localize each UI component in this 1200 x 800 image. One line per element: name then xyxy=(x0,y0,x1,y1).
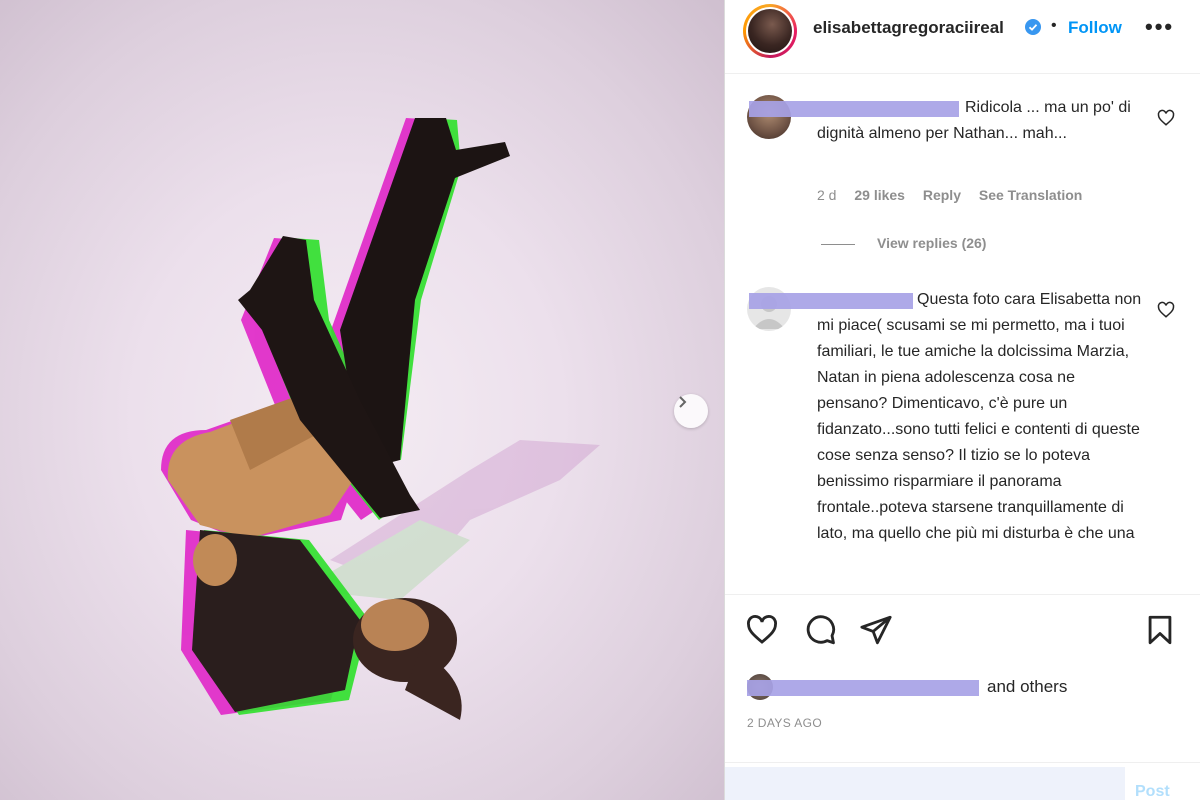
redacted-liker-name xyxy=(747,680,979,696)
post-date: 2 DAYS AGO xyxy=(747,716,823,730)
comment-age: 2 d xyxy=(817,187,837,203)
comments-list[interactable]: Ridicola ... ma un po' di dignità almeno… xyxy=(725,75,1200,593)
comment-input[interactable] xyxy=(725,767,1125,800)
view-replies-button[interactable]: View replies (26) xyxy=(821,235,986,251)
share-paper-plane-icon[interactable] xyxy=(859,613,893,647)
liked-by-suffix: and others xyxy=(987,677,1068,696)
photo-artwork xyxy=(161,118,600,720)
post-header: elisabettagregoraciireal • Follow ••• xyxy=(725,0,1200,74)
post-photo xyxy=(0,0,724,800)
more-options-button[interactable]: ••• xyxy=(1145,14,1174,40)
comment-bubble-icon[interactable] xyxy=(803,613,837,647)
like-comment-icon[interactable] xyxy=(1157,301,1175,319)
post-actions xyxy=(725,594,1200,664)
verified-badge-icon xyxy=(1025,19,1041,35)
reply-button[interactable]: Reply xyxy=(923,187,961,203)
add-comment-bar: Post xyxy=(725,762,1200,800)
header-separator: • xyxy=(1051,17,1057,34)
post-comment-button[interactable]: Post xyxy=(1135,783,1170,800)
like-heart-icon[interactable] xyxy=(745,613,779,647)
liked-by[interactable]: and others xyxy=(747,674,1187,702)
comment-meta: 2 d 29 likes Reply See Translation xyxy=(817,187,1096,203)
author-username[interactable]: elisabettagregoraciireal xyxy=(813,18,1004,38)
comment-text: Ridicola ... ma un po' di dignità almeno… xyxy=(817,99,1131,142)
bookmark-icon[interactable] xyxy=(1143,613,1177,647)
author-avatar[interactable] xyxy=(743,4,797,58)
chevron-right-icon xyxy=(679,396,687,408)
like-comment-icon[interactable] xyxy=(1157,109,1175,127)
comment-text: Questa foto cara Elisabetta non mi piace… xyxy=(817,291,1142,542)
view-replies-label: View replies (26) xyxy=(877,235,987,251)
next-image-button[interactable] xyxy=(674,394,708,428)
post-side-panel: elisabettagregoraciireal • Follow ••• Ri… xyxy=(725,0,1200,800)
see-translation-button[interactable]: See Translation xyxy=(979,187,1082,203)
comment-likes[interactable]: 29 likes xyxy=(854,187,905,203)
follow-button[interactable]: Follow xyxy=(1068,18,1122,38)
